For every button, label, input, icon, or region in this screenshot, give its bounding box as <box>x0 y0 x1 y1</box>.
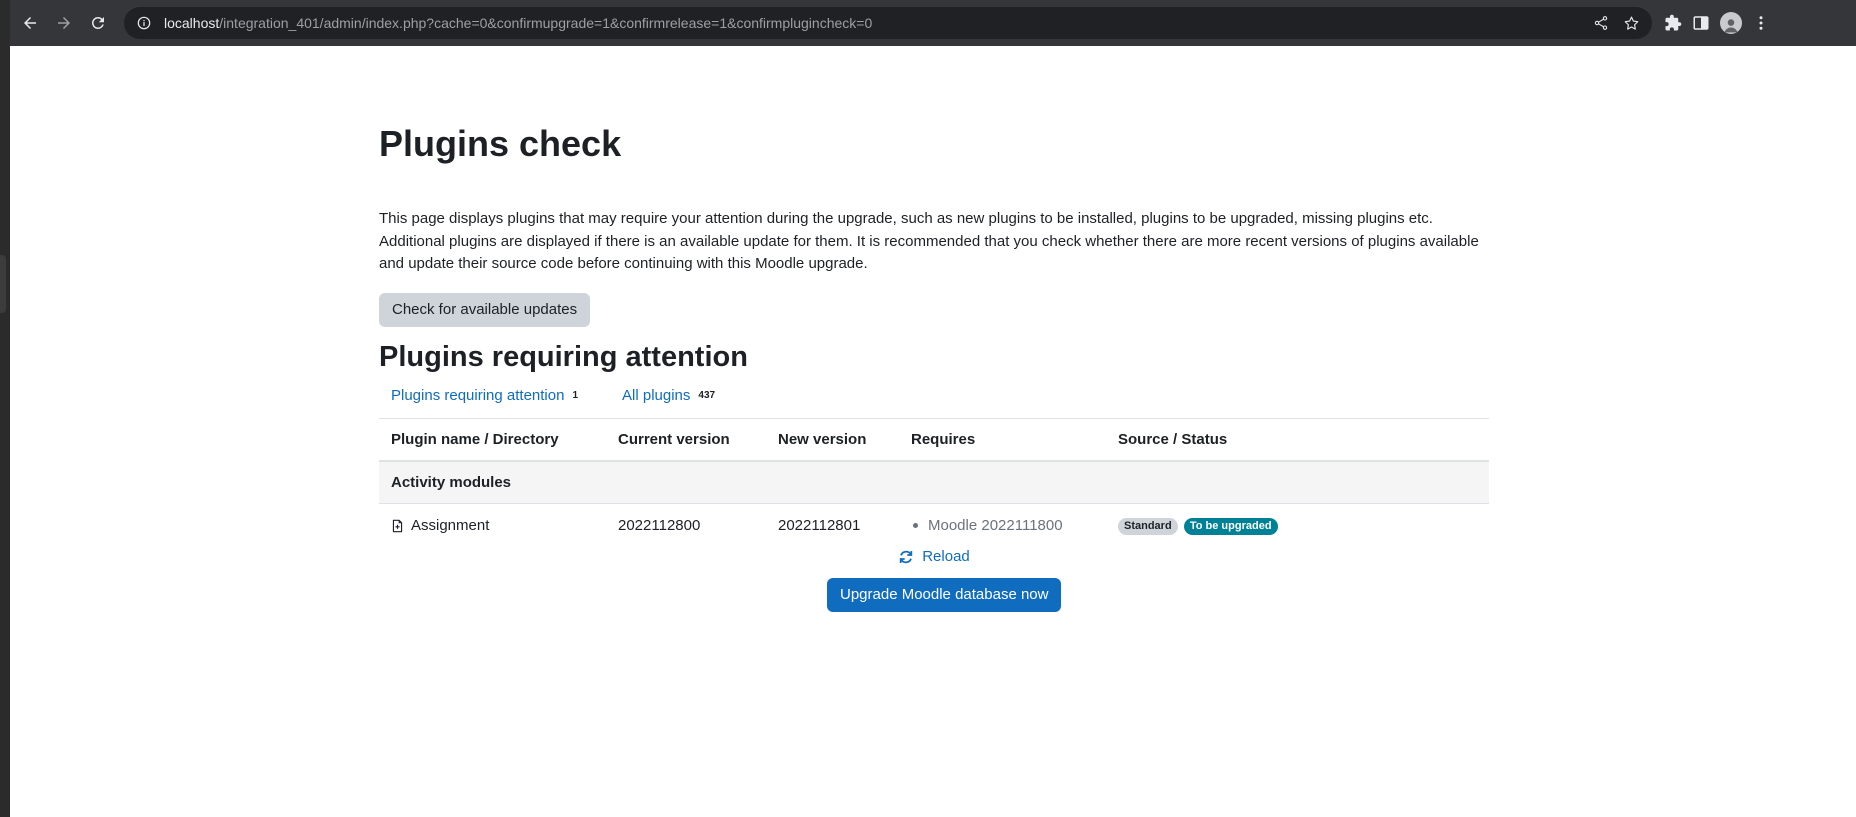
url-path: /integration_401/admin/index.php?cache=0… <box>219 15 873 31</box>
assignment-file-icon <box>392 519 403 532</box>
plugins-table: Plugin name / Directory Current version … <box>379 418 1489 547</box>
plugin-name-cell: Assignment <box>379 504 606 548</box>
page-title: Plugins check <box>379 123 622 164</box>
arrow-left-icon <box>24 17 36 29</box>
source-badge: Standard <box>1118 518 1178 535</box>
group-label: Activity modules <box>379 461 1489 504</box>
new-version: 2022112801 <box>778 517 861 534</box>
current-version: 2022112800 <box>618 517 701 534</box>
address-bar[interactable]: localhost/integration_401/admin/index.ph… <box>124 7 1652 39</box>
header-source-status: Source / Status <box>1106 418 1489 462</box>
source-status-cell: Standard To be upgraded <box>1106 504 1489 548</box>
back-button[interactable] <box>14 7 46 39</box>
url-host: localhost <box>164 15 220 31</box>
header-requires: Requires <box>899 418 1106 462</box>
refresh-icon <box>900 550 913 563</box>
reload-link[interactable]: Reload <box>379 548 1489 565</box>
requires-value: Moodle 2022111800 <box>928 517 1063 534</box>
tab-plugins-requiring-attention[interactable]: Plugins requiring attention 1 <box>379 384 590 407</box>
site-info-icon[interactable] <box>136 15 152 31</box>
side-panel-icon[interactable] <box>1692 14 1710 32</box>
tab-count: 1 <box>572 390 579 401</box>
table-header-row: Plugin name / Directory Current version … <box>379 418 1489 462</box>
tab-label: All plugins <box>622 387 691 404</box>
check-updates-button[interactable]: Check for available updates <box>379 293 591 327</box>
tab-count: 437 <box>698 390 716 401</box>
tab-all-plugins[interactable]: All plugins 437 <box>610 384 727 407</box>
browser-toolbar: localhost/integration_401/admin/index.ph… <box>10 0 1856 46</box>
reload-page-button[interactable] <box>82 7 114 39</box>
page-description: This page displays plugins that may requ… <box>379 210 1479 272</box>
bookmark-star-icon[interactable] <box>1623 15 1640 32</box>
plugin-name: Assignment <box>411 517 490 534</box>
refresh-icon <box>91 16 104 29</box>
forward-button[interactable] <box>48 7 80 39</box>
header-plugin-name: Plugin name / Directory <box>379 418 606 462</box>
share-icon[interactable] <box>1593 15 1609 31</box>
header-current-version: Current version <box>606 418 766 462</box>
tab-label: Plugins requiring attention <box>391 387 565 404</box>
group-row: Activity modules <box>379 461 1489 504</box>
status-badge: To be upgraded <box>1183 518 1278 535</box>
table-row: Assignment 2022112800 2022112801 Moodle … <box>379 504 1489 548</box>
header-new-version: New version <box>766 418 899 462</box>
requires-cell: Moodle 2022111800 <box>899 504 1106 548</box>
arrow-right-icon <box>58 17 70 29</box>
filter-tabs: Plugins requiring attention 1 All plugin… <box>379 384 727 407</box>
bullet-icon <box>913 523 918 528</box>
more-menu-icon[interactable] <box>1752 14 1770 32</box>
profile-avatar-icon[interactable] <box>1720 12 1742 34</box>
left-window-edge <box>0 0 10 817</box>
page-viewport: Plugins check This page displays plugins… <box>10 46 1856 817</box>
section-title: Plugins requiring attention <box>379 341 748 373</box>
reload-label: Reload <box>922 548 970 565</box>
upgrade-database-button[interactable]: Upgrade Moodle database now <box>827 578 1062 612</box>
extensions-puzzle-icon[interactable] <box>1664 14 1682 32</box>
side-handle[interactable] <box>0 255 6 313</box>
